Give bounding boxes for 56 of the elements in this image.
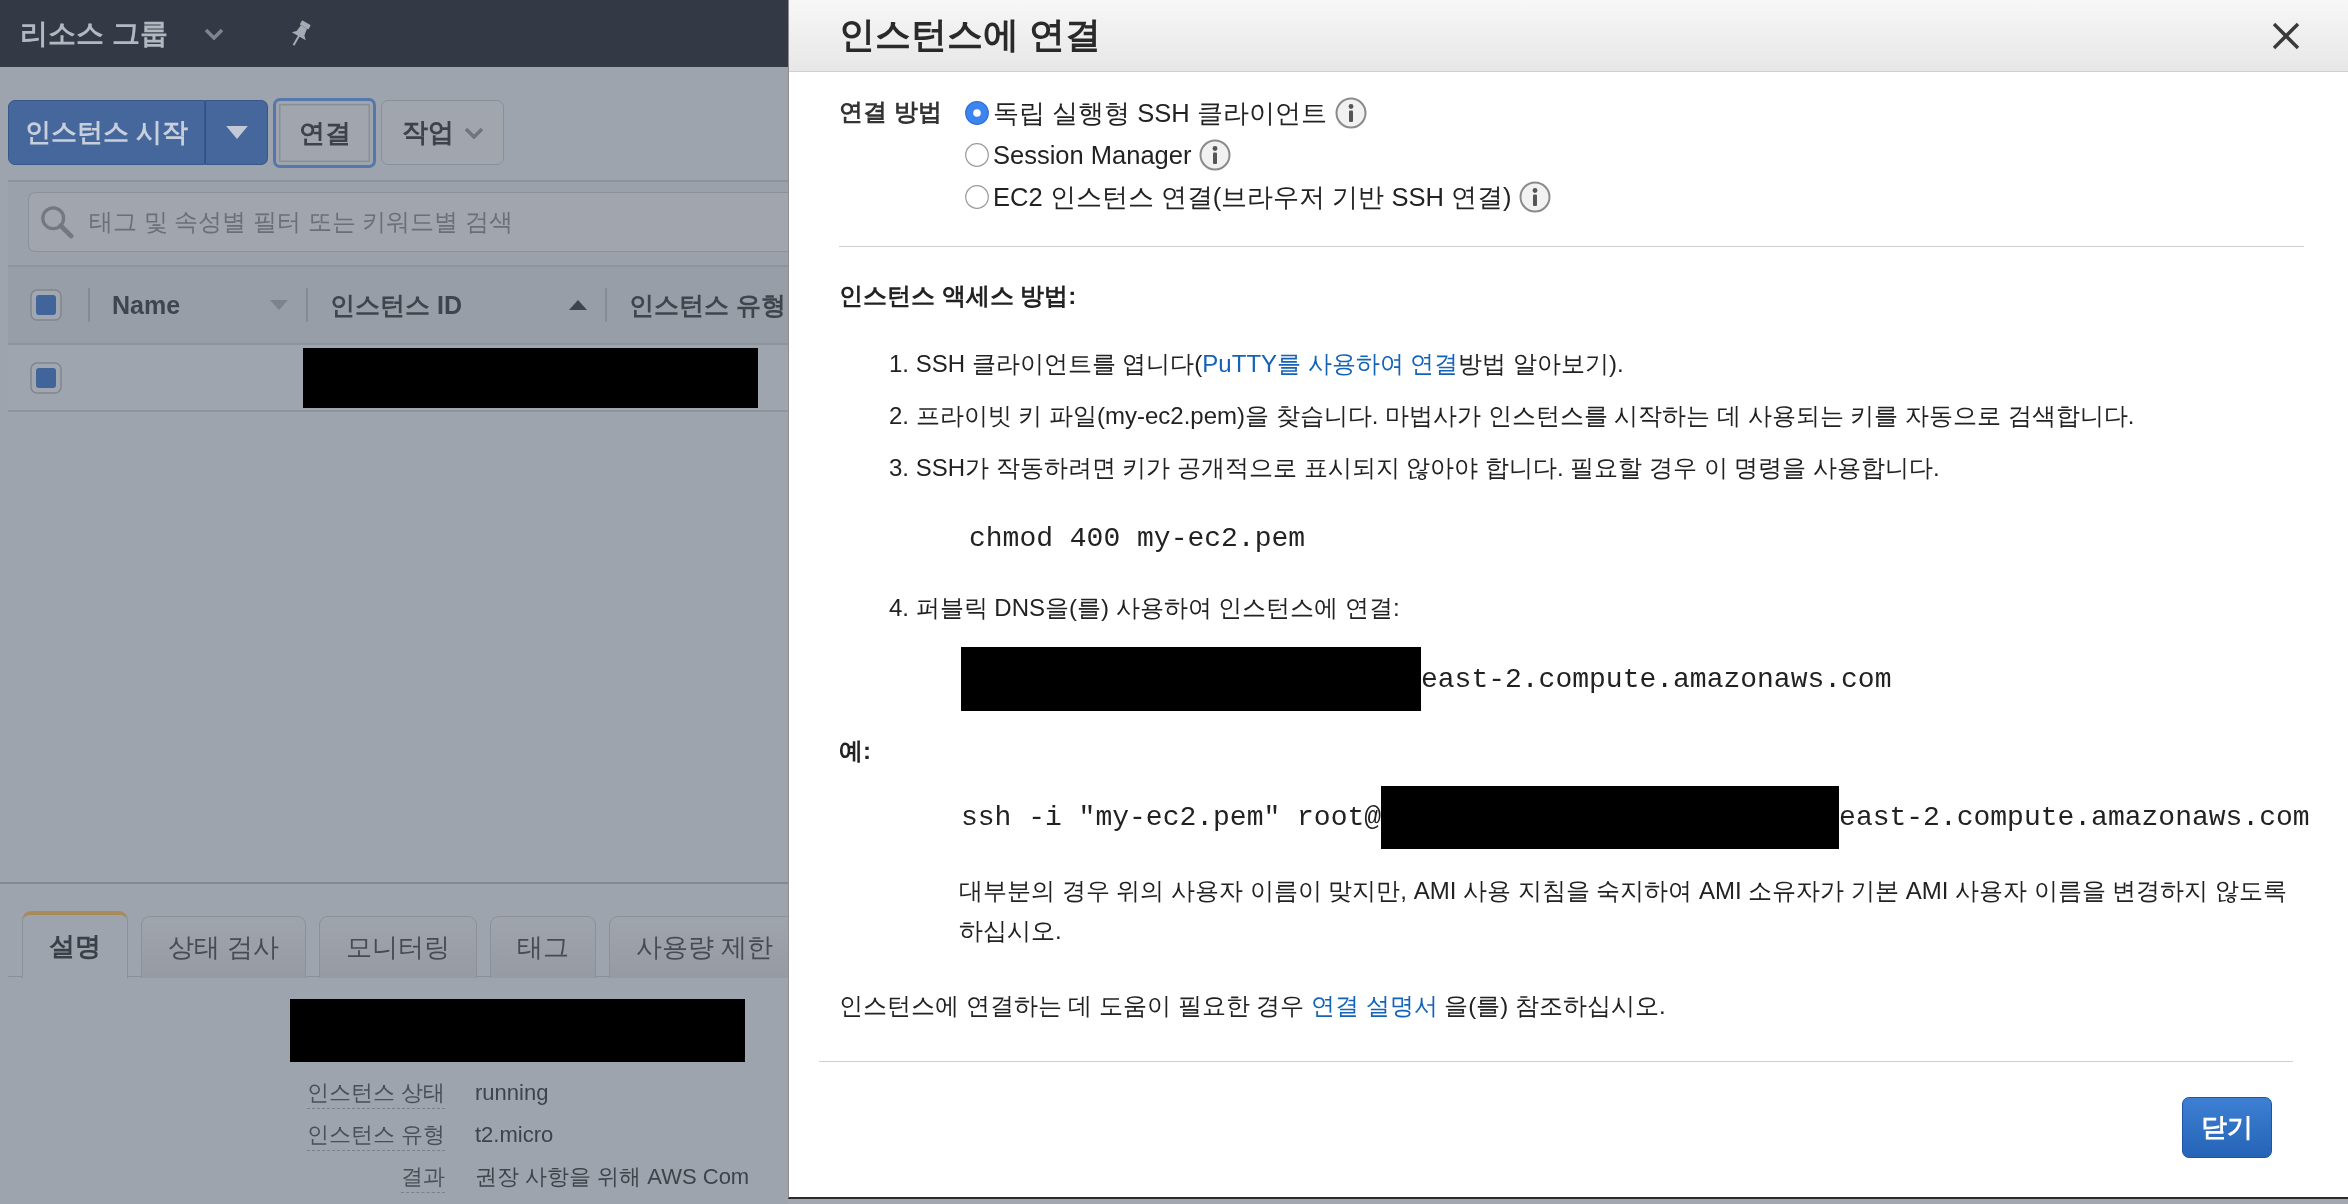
close-button[interactable] [2272,21,2300,50]
note-text: 대부분의 경우 위의 사용자 이름이 맞지만, AMI 사용 지침을 숙지하여 AMI 소유자가 기본 AMI 사용자 이름을 변경하지 않도록 하십시오. [959,876,2289,946]
field-label: 연결 방법 [839,97,943,127]
help-text: 인스턴스에 연결하는 데 도움이 필요한 경우 연결 설명서 을(를) 참조하십시오. [839,991,1666,1021]
connect-button[interactable]: 연결 [273,98,376,168]
section-heading: 예: [839,736,871,766]
hostname-text: east-2.compute.amazonaws.com [1421,663,1892,695]
info-icon[interactable] [1334,97,1367,129]
field-value: t2.micro [475,1122,554,1148]
command-text: ssh -i "my-ec2.pem" root@ [961,802,1382,833]
tab[interactable]: 모니터링 [319,915,478,978]
radio-label[interactable]: Session Manager [993,140,1192,170]
field-label: 결과 [401,1161,445,1193]
column-header[interactable]: 인스턴스 ID [308,267,605,343]
chevron-down-icon[interactable] [203,27,224,40]
launch-options-button[interactable] [205,100,268,165]
section-heading: 인스턴스 액세스 방법: [839,281,1077,311]
radio-button[interactable] [965,101,989,125]
close-icon [2272,21,2300,50]
hostname-text: east-2.compute.amazonaws.com [1839,802,2310,833]
actions-button[interactable]: 작업 [381,100,504,165]
caret-down-icon [270,300,288,310]
tab[interactable]: 태그 [490,915,597,978]
radio-label[interactable]: EC2 인스턴스 연결(브라우저 기반 SSH 연결) [993,179,1512,215]
caret-down-icon [225,126,248,139]
step-text: 1. SSH 클라이언트를 엽니다(PuTTY를 사용하여 연결 방법 알아보기). [889,349,1624,379]
radio-label[interactable]: 독립 실행형 SSH 클라이언트 [993,95,1327,131]
radio-button[interactable] [965,143,989,167]
resource-groups-menu[interactable]: 리소스 그룹 [20,14,168,53]
info-icon[interactable] [1519,181,1552,213]
help-link[interactable]: 연결 설명서 [1311,992,1438,1019]
step-text: 4. 퍼블릭 DNS을(를) 사용하여 인스턴스에 연결: [889,593,1400,623]
table-row[interactable] [8,345,788,412]
field-label: 인스턴스 상태 [306,1077,445,1109]
tab[interactable]: 사용량 제한 [609,915,788,978]
search-icon [40,205,74,239]
step-text: 2. 프라이빗 키 파일(my-ec2.pem)을 찾습니다. 마법사가 인스턴스를 시작하는 데 사용되는 키를 자동으로 검색합니다. [889,401,2135,431]
info-icon[interactable] [1199,139,1232,171]
field-value: 권장 사항을 위해 AWS Com [475,1163,750,1191]
chevron-down-icon [463,126,484,139]
tab[interactable]: 상태 검사 [141,915,307,978]
field-label: 인스턴스 유형 [306,1119,445,1151]
step-text: 3. SSH가 작동하려면 키가 공개적으로 표시되지 않아야 합니다. 필요할 경우 이 명령을 사용합니다. [889,453,1940,483]
dialog-title: 인스턴스에 연결 [839,13,1101,57]
launch-instance-button[interactable]: 인스턴스 시작 [8,100,205,165]
tab[interactable]: 설명 [22,910,128,978]
column-header[interactable]: Name [90,267,306,343]
field-value: running [475,1080,549,1106]
radio-button[interactable] [965,185,989,209]
column-header[interactable]: 인스턴스 유형 [607,267,788,343]
checkbox[interactable] [30,361,62,394]
help-link[interactable]: PuTTY를 사용하여 연결 [1202,350,1459,377]
sort-up-icon [569,300,587,310]
checkbox[interactable] [30,289,62,321]
close-button[interactable]: 닫기 [2182,1097,2272,1158]
command-text: chmod 400 my-ec2.pem [969,522,1306,556]
